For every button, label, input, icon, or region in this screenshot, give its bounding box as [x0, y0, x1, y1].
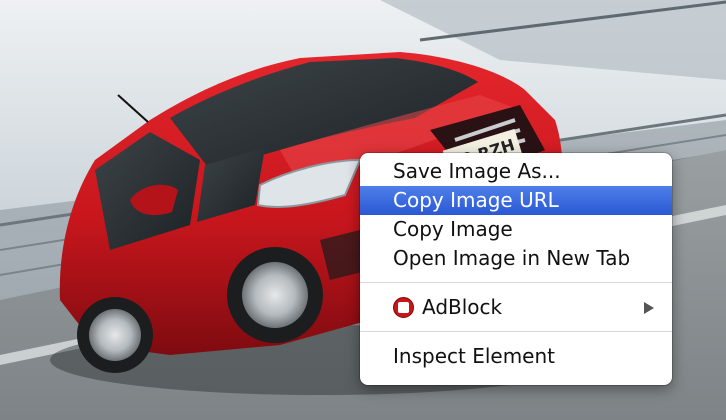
adblock-label: AdBlock	[422, 295, 503, 319]
adblock-icon	[393, 297, 414, 318]
menu-item-copy-image[interactable]: Copy Image	[360, 215, 672, 244]
menu-separator	[360, 331, 672, 332]
menu-item-inspect-element[interactable]: Inspect Element	[360, 342, 672, 371]
menu-item-adblock[interactable]: AdBlock	[360, 293, 672, 322]
menu-item-copy-image-url[interactable]: Copy Image URL	[360, 186, 672, 215]
context-menu: Save Image As... Copy Image URL Copy Ima…	[360, 153, 672, 385]
menu-item-save-image-as[interactable]: Save Image As...	[360, 157, 672, 186]
menu-separator	[360, 282, 672, 283]
menu-item-open-image-in-new-tab[interactable]: Open Image in New Tab	[360, 244, 672, 273]
submenu-arrow-icon	[644, 302, 654, 314]
